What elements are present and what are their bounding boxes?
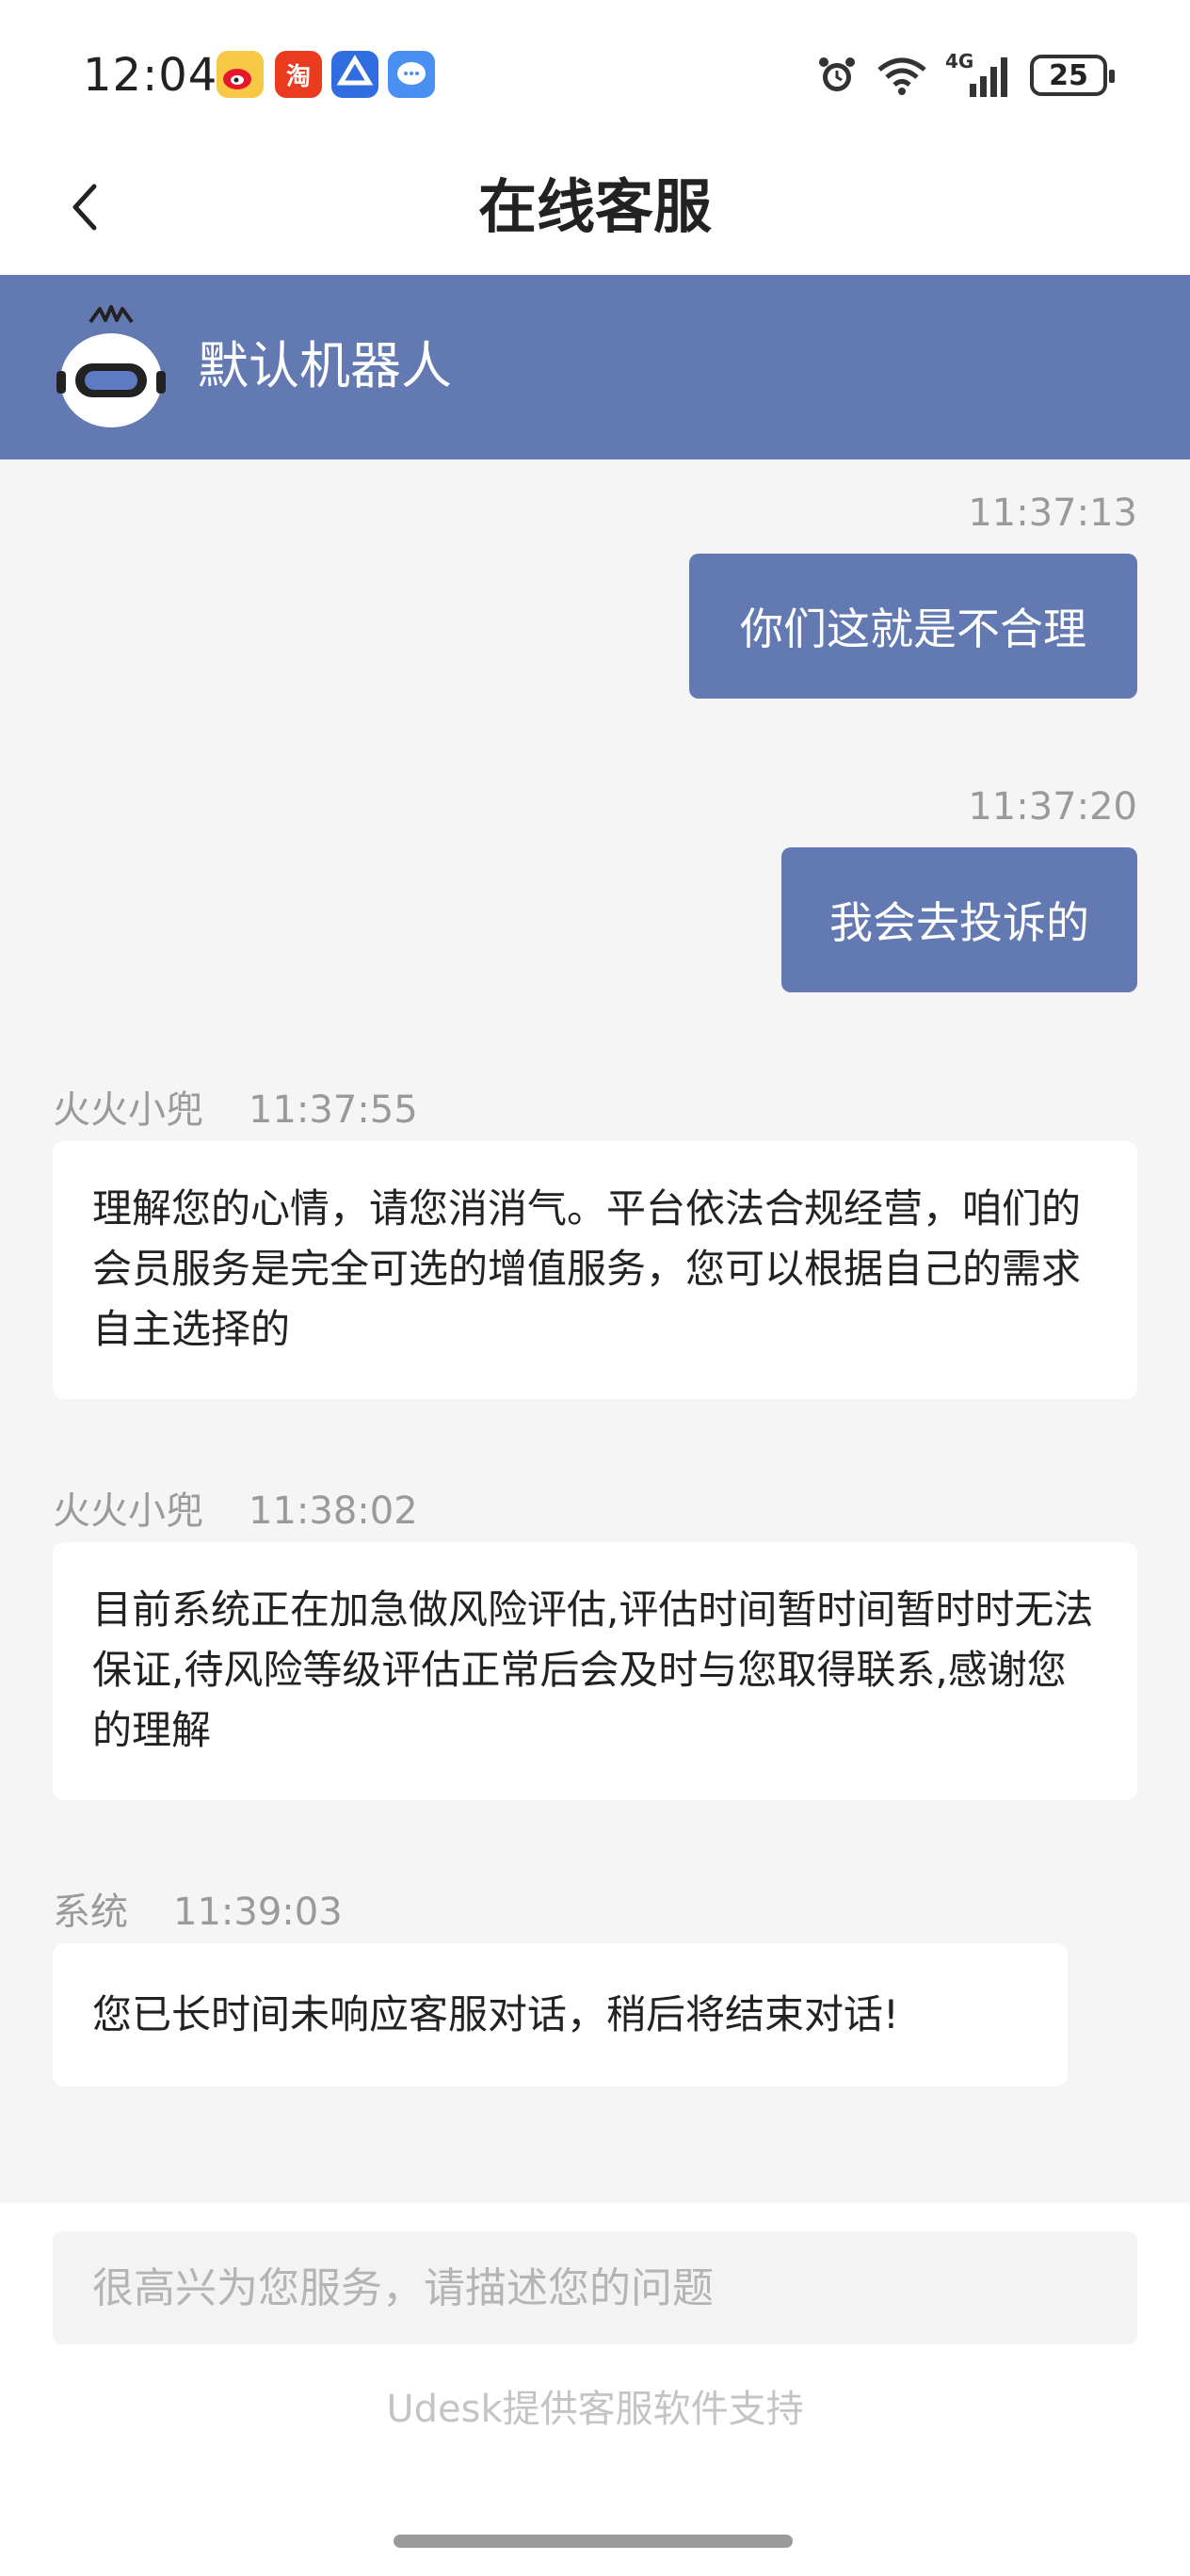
status-time: 12:04 <box>83 49 218 102</box>
wifi-icon <box>877 57 926 95</box>
message-time: 11:37:13 <box>968 491 1137 535</box>
message-meta: 火火小兜 11:37:55 <box>53 1079 418 1134</box>
chat-messages: 11:37:13 你们这就是不合理 11:37:20 我会去投诉的 火火小兜 11… <box>0 459 1190 2203</box>
input-area: Udesk提供客服软件支持 <box>0 2203 1190 2576</box>
message-time: 11:37:20 <box>968 785 1137 829</box>
outgoing-message: 我会去投诉的 <box>781 847 1137 992</box>
weibo-icon <box>217 51 264 98</box>
page-title: 在线客服 <box>477 172 712 241</box>
agent-name: 默认机器人 <box>198 336 452 395</box>
home-indicator[interactable] <box>394 2535 793 2548</box>
baidu-icon <box>331 51 378 98</box>
system-message: 您已长时间未响应客服对话，稍后将结束对话! <box>53 1943 1068 2086</box>
message-meta: 系统 11:39:03 <box>53 1881 343 1936</box>
battery-indicator: 25 <box>1030 55 1115 96</box>
header: 在线客服 <box>0 141 1190 275</box>
incoming-message: 目前系统正在加急做风险评估,评估时间暂时间暂时时无法保证,待风险等级评估正常后会… <box>53 1542 1137 1800</box>
message-meta: 火火小兜 11:38:02 <box>53 1480 418 1535</box>
powered-by-text: Udesk提供客服软件支持 <box>386 2388 804 2431</box>
status-indicators: 4G 25 <box>815 49 1115 102</box>
message-time: 11:37:55 <box>249 1088 418 1132</box>
sender-name: 火火小兜 <box>53 1088 203 1132</box>
sender-name: 火火小兜 <box>53 1489 203 1533</box>
message-time: 11:38:02 <box>249 1489 418 1533</box>
taobao-icon: 淘 <box>275 51 322 98</box>
cellular-signal-icon: 4G <box>945 50 1013 99</box>
status-bar: 12:04 淘 4G 25 <box>0 0 1190 141</box>
agent-info-bar: 默认机器人 <box>0 275 1190 459</box>
message-icon <box>388 51 435 98</box>
message-input[interactable] <box>53 2231 1137 2344</box>
incoming-message: 理解您的心情，请您消消气。平台依法合规经营，咱们的会员服务是完全可选的增值服务，… <box>53 1141 1137 1399</box>
sender-name: 系统 <box>53 1891 128 1934</box>
message-time: 11:39:03 <box>173 1891 343 1934</box>
outgoing-message: 你们这就是不合理 <box>689 554 1137 699</box>
alarm-icon <box>819 57 855 91</box>
robot-avatar-icon <box>53 303 169 435</box>
